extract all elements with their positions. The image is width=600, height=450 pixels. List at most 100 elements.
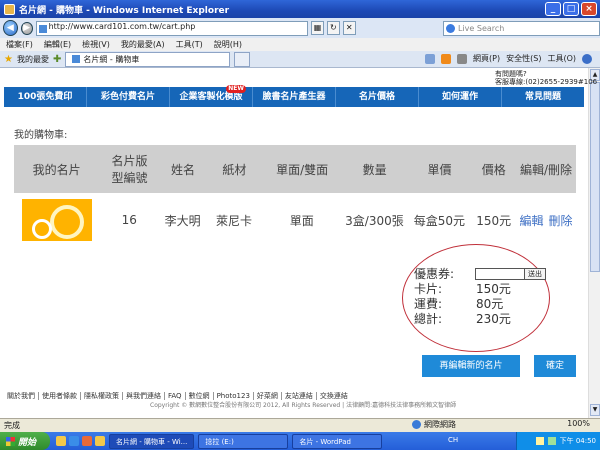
cell-paper: 萊尼卡 <box>215 213 252 228</box>
reedit-card-button[interactable]: 再編輯新的名片 <box>422 355 520 377</box>
nav-pricing[interactable]: 名片價格 <box>336 87 419 107</box>
scroll-down-icon[interactable]: ▼ <box>590 404 600 416</box>
table-row: 16 李大明 萊尼卡 單面 3盒/300張 每盒50元 150元 編輯 刪除 <box>14 195 576 245</box>
nav-enterprise-templates[interactable]: 企業客製化模版 NEW <box>170 85 253 107</box>
tray-icon[interactable] <box>547 437 556 445</box>
favorites-star-icon[interactable]: ★ <box>4 54 13 65</box>
nav-facebook-generator[interactable]: 臉書名片產生器 <box>253 87 336 107</box>
footer-photo123[interactable]: Photo123 <box>213 392 254 400</box>
cell-name: 李大明 <box>164 213 201 228</box>
clock: 下午 04:50 <box>559 437 596 445</box>
address-input[interactable]: http://www.card101.com.tw/cart.php <box>35 20 309 36</box>
new-tab-button[interactable] <box>234 51 251 67</box>
menu-edit[interactable]: 編輯(E) <box>44 39 71 50</box>
maximize-button[interactable]: □ <box>563 2 579 16</box>
back-button[interactable]: ◀ <box>3 20 18 36</box>
card-label: 卡片: <box>414 282 443 296</box>
command-bar: 網頁(P) 安全性(S) 工具(O) <box>425 53 592 64</box>
col-sides: 單面/雙面 <box>276 162 329 177</box>
menu-favorites[interactable]: 我的最愛(A) <box>121 39 165 50</box>
tools-menu[interactable]: 工具(O) <box>547 53 576 64</box>
task-folder[interactable]: 捻拉 (E:) <box>198 433 289 449</box>
system-tray: 下午 04:50 <box>516 432 600 450</box>
menu-tools[interactable]: 工具(T) <box>176 39 203 50</box>
help-icon[interactable] <box>582 53 592 64</box>
task-wordpad[interactable]: 名片 - WordPad <box>292 433 383 449</box>
shipping-label: 運費: <box>414 297 443 311</box>
menu-help[interactable]: 說明(H) <box>214 39 242 50</box>
confirm-button[interactable]: 確定 <box>534 355 576 377</box>
total-value: 230元 <box>476 312 511 326</box>
help-contact: 有問題嗎? 客服專線:(02)2655-2939#106 <box>495 70 598 86</box>
scrollbar-thumb[interactable] <box>590 82 600 272</box>
footer-about[interactable]: 關於我們 <box>4 392 39 400</box>
footer-friends[interactable]: 友站連結 <box>281 392 317 400</box>
delete-link[interactable]: 刪除 <box>548 212 572 229</box>
minimize-button[interactable]: _ <box>545 2 561 16</box>
site-nav: 100張免費印 彩色付費名片 企業客製化模版 NEW 臉書名片產生器 名片價格 如… <box>4 85 584 107</box>
coupon-input[interactable] <box>475 268 525 280</box>
nav-free-print[interactable]: 100張免費印 <box>4 87 87 107</box>
task-ie[interactable]: 名片網 - 購物車 - Wi... <box>109 433 195 449</box>
quicklaunch-icon[interactable] <box>82 436 92 446</box>
cell-price: 150元 <box>476 213 512 228</box>
window-title-bar: 名片網 - 購物車 - Windows Internet Explorer _ … <box>0 0 600 18</box>
add-favorite-icon[interactable]: ✚ <box>53 54 61 65</box>
quicklaunch-icon[interactable] <box>56 436 66 446</box>
forward-button[interactable]: ▶ <box>20 21 33 35</box>
new-badge: NEW <box>226 85 246 93</box>
footer-faq[interactable]: FAQ <box>165 392 186 400</box>
cell-unit-price: 每盒50元 <box>413 213 466 228</box>
stop-icon[interactable]: ✕ <box>342 21 356 35</box>
footer-privacy[interactable]: 隱私權政策 <box>81 392 123 400</box>
edit-link[interactable]: 編輯 <box>519 212 543 229</box>
menu-file[interactable]: 檔案(F) <box>6 39 33 50</box>
cell-sides: 單面 <box>289 213 314 228</box>
ie-icon <box>4 3 15 15</box>
cart-table-header: 我的名片 名片版型編號 姓名 紙材 單面/雙面 數量 單價 價格 編輯/刪除 <box>14 145 576 193</box>
start-button[interactable]: 開始 <box>0 432 50 450</box>
address-text: http://www.card101.com.tw/cart.php <box>48 21 196 31</box>
compat-icon[interactable]: ▦ <box>311 21 324 35</box>
status-text: 完成 <box>4 421 20 430</box>
footer-digital[interactable]: 數位網 <box>185 392 214 400</box>
footer-terms[interactable]: 使用者條款 <box>39 392 81 400</box>
tab-page-icon <box>72 55 81 63</box>
refresh-icon[interactable]: ↻ <box>326 21 340 35</box>
search-input[interactable]: Live Search <box>442 20 600 36</box>
coupon-label: 優惠券: <box>414 267 455 281</box>
security-zone: 網際網路 <box>412 419 456 430</box>
quicklaunch-icon[interactable] <box>95 436 105 446</box>
window-title: 名片網 - 購物車 - Windows Internet Explorer <box>19 5 230 16</box>
nav-faq[interactable]: 常見問題 <box>502 87 584 107</box>
page-menu[interactable]: 網頁(P) <box>473 53 500 64</box>
zoom-level[interactable]: 100% <box>567 419 590 428</box>
nav-color-cards[interactable]: 彩色付費名片 <box>87 87 170 107</box>
vertical-scrollbar[interactable]: ▲ ▼ <box>588 68 600 418</box>
favorites-label[interactable]: 我的最愛 <box>17 54 49 65</box>
menu-view[interactable]: 檢視(V) <box>82 39 110 50</box>
language-indicator[interactable]: CH <box>448 436 458 444</box>
home-icon[interactable] <box>425 53 436 64</box>
footer-exchange[interactable]: 交換連結 <box>317 392 351 400</box>
address-bar-row: ◀ ▶ http://www.card101.com.tw/cart.php ▦… <box>0 18 600 38</box>
tray-icon[interactable] <box>535 437 544 445</box>
tab-cart[interactable]: 名片網 - 購物車 <box>65 51 231 67</box>
footer-contact[interactable]: 與我們連絡 <box>123 392 165 400</box>
col-my-card: 我的名片 <box>32 162 81 177</box>
globe-icon <box>412 420 421 429</box>
coupon-submit-button[interactable]: 送出 <box>524 268 546 280</box>
cart-title: 我的購物車: <box>14 130 68 141</box>
copyright: Copyright © 數網數位整合股份有限公司 2012, All Right… <box>150 402 457 409</box>
print-icon[interactable] <box>457 53 468 64</box>
footer-food[interactable]: 好菜網 <box>253 392 282 400</box>
page-icon <box>38 24 47 33</box>
col-name: 姓名 <box>171 162 196 177</box>
close-button[interactable]: × <box>581 2 597 16</box>
col-paper: 紙材 <box>222 162 247 177</box>
safety-menu[interactable]: 安全性(S) <box>506 53 541 64</box>
nav-how-it-works[interactable]: 如何運作 <box>419 87 502 107</box>
card-thumbnail[interactable] <box>21 199 92 241</box>
quicklaunch-icon[interactable] <box>69 436 79 446</box>
feeds-icon[interactable] <box>441 53 452 64</box>
